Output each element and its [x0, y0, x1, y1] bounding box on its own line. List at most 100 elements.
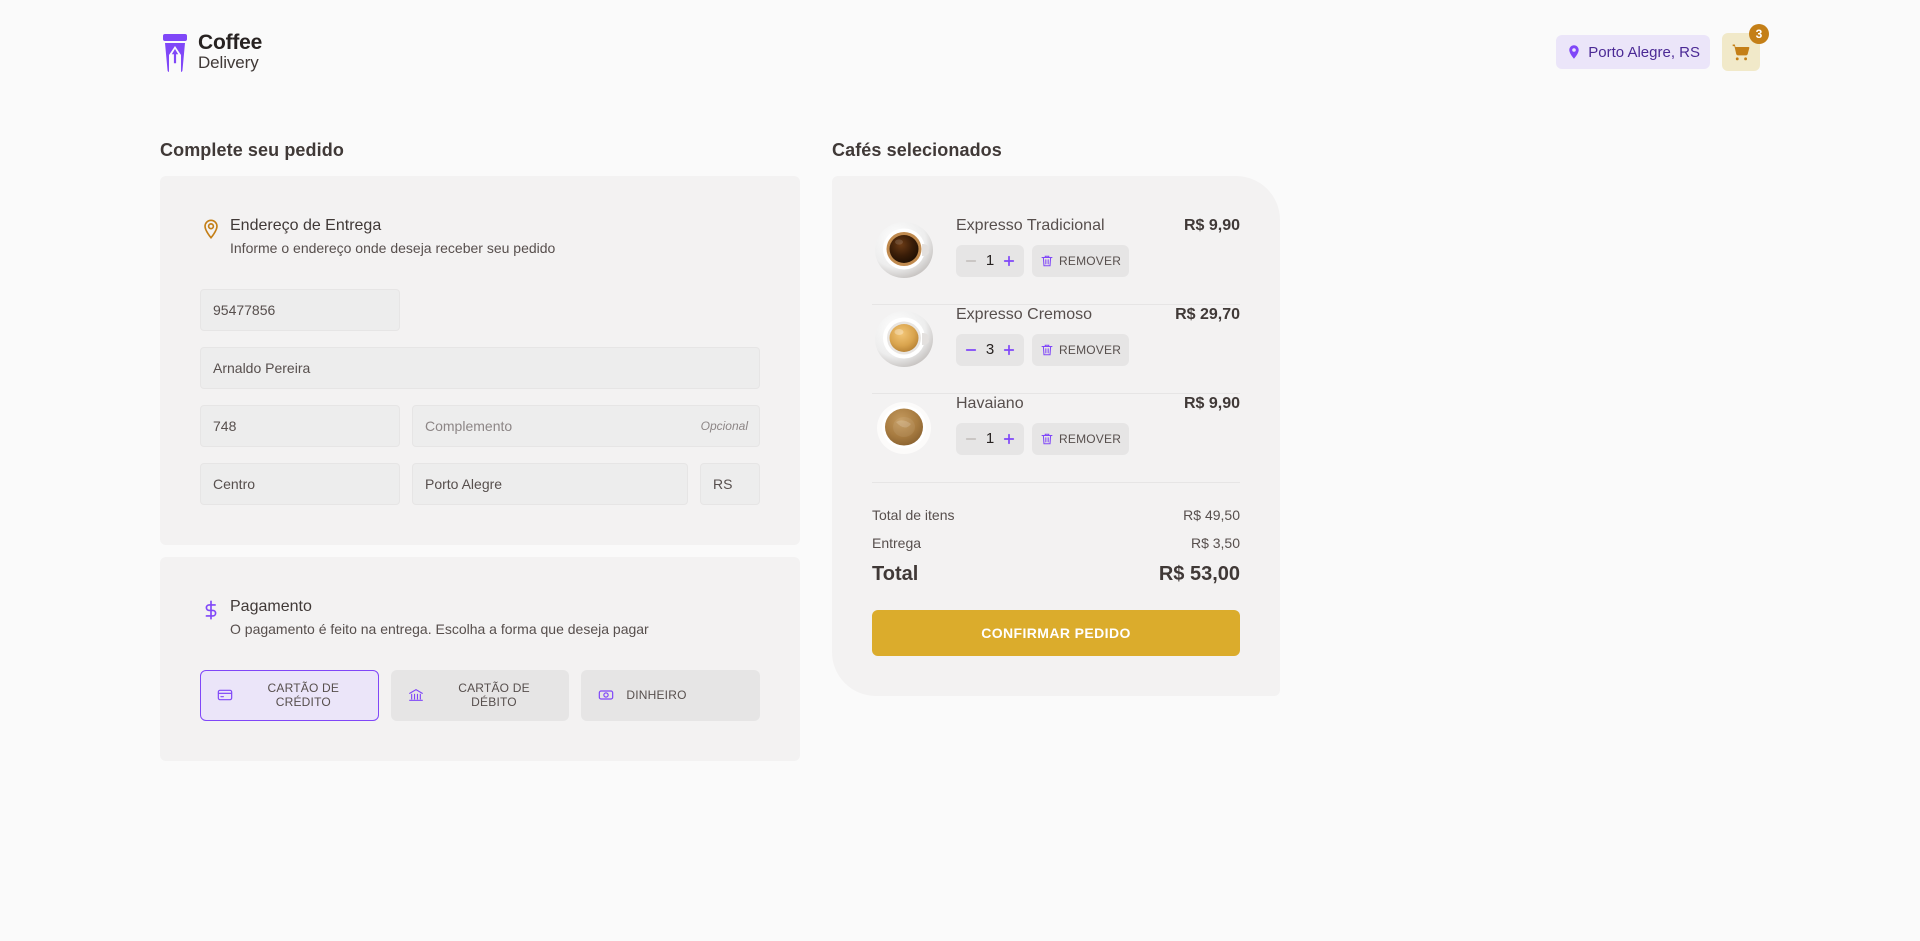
- quantity-increase-button[interactable]: [1002, 429, 1016, 449]
- cart-item-body: Havaiano R$ 9,90 1 REMOVER: [956, 394, 1240, 455]
- cart-item-name: Havaiano: [956, 395, 1024, 412]
- cart-section-title: Cafés selecionados: [832, 140, 1002, 160]
- minus-icon: [965, 344, 977, 356]
- coffee-havaiano-icon: [872, 394, 936, 458]
- payment-option-debit-card-label: Cartão de débito: [458, 681, 530, 710]
- confirm-order-button[interactable]: Confirmar pedido: [872, 610, 1240, 656]
- address-form: Opcional: [200, 288, 760, 505]
- cart-column: Cafés selecionados Expresso Tradicional …: [832, 140, 1280, 696]
- cart-item-name: Expresso Tradicional: [956, 217, 1105, 234]
- form-row-bairro-cidade-uf: [200, 462, 760, 505]
- cart-item: Expresso Cremoso R$ 29,70 3 REMOVER: [872, 305, 1240, 393]
- payment-card-header: Pagamento O pagamento é feito na entrega…: [200, 597, 760, 638]
- cart-item-price: R$ 29,70: [1175, 306, 1240, 323]
- payment-card: Pagamento O pagamento é feito na entrega…: [160, 556, 800, 761]
- quantity-stepper: 3: [956, 333, 1024, 366]
- dollar-sign-icon: [200, 599, 222, 626]
- grand-total-label: Total: [872, 563, 919, 585]
- checkout-page: Complete seu pedido Endereço de Entrega …: [0, 104, 1920, 761]
- state-input[interactable]: [700, 462, 760, 505]
- cart-item: Havaiano R$ 9,90 1 REMOVER: [872, 394, 1240, 482]
- minus-icon: [965, 433, 977, 445]
- trash-icon: [1040, 343, 1054, 357]
- payment-card-subtitle: O pagamento é feito na entrega. Escolha …: [230, 620, 649, 637]
- cart-button[interactable]: 3: [1722, 24, 1769, 71]
- form-row-cep: [200, 288, 760, 331]
- total-items-value: R$ 49,50: [1183, 507, 1240, 523]
- order-form-column: Complete seu pedido Endereço de Entrega …: [160, 140, 800, 761]
- app-header: Coffee Delivery Porto Alegre, RS 3: [0, 0, 1920, 104]
- cart-item: Expresso Tradicional R$ 9,90 1 REMOVER: [872, 216, 1240, 304]
- delivery-label: Entrega: [872, 535, 922, 551]
- money-icon: [598, 687, 614, 703]
- payment-option-credit-card-label: Cartão de crédito: [267, 681, 340, 710]
- grand-total-value: R$ 53,00: [1158, 563, 1240, 585]
- form-row-rua: [200, 346, 760, 389]
- address-card: Endereço de Entrega Informe o endereço o…: [160, 176, 800, 545]
- payment-option-cash-label: Dinheiro: [626, 688, 687, 703]
- cart-item-price: R$ 9,90: [1183, 395, 1240, 412]
- remove-item-button[interactable]: Remover: [1032, 422, 1130, 455]
- number-input[interactable]: [200, 404, 400, 447]
- street-input[interactable]: [200, 346, 760, 389]
- quantity-increase-button[interactable]: [1002, 340, 1016, 360]
- cep-input[interactable]: [200, 288, 400, 331]
- map-pin-icon: [1566, 44, 1582, 60]
- remove-item-label: Remover: [1059, 342, 1122, 357]
- quantity-value: 3: [985, 341, 995, 359]
- quantity-value: 1: [985, 252, 995, 270]
- address-card-subtitle: Informe o endereço onde deseja receber s…: [230, 239, 556, 256]
- total-row-delivery: Entrega R$ 3,50: [872, 535, 1240, 551]
- credit-card-icon: [217, 687, 233, 703]
- minus-icon: [965, 255, 977, 267]
- remove-item-button[interactable]: Remover: [1032, 333, 1130, 366]
- quantity-value: 1: [985, 430, 995, 448]
- remove-item-label: Remover: [1059, 431, 1122, 446]
- coffee-creamy-icon: [872, 305, 936, 369]
- cart-item-price: R$ 9,90: [1183, 217, 1240, 234]
- cart-divider: [872, 482, 1240, 483]
- shopping-cart-icon: [1731, 42, 1751, 62]
- trash-icon: [1040, 254, 1054, 268]
- brand-name-secondary: Delivery: [198, 53, 259, 73]
- header-actions: Porto Alegre, RS 3: [1556, 24, 1769, 71]
- coffee-cup-logo-icon: [160, 32, 190, 72]
- payment-option-debit-card[interactable]: Cartão de débito: [390, 669, 570, 721]
- payment-card-title: Pagamento: [230, 597, 312, 615]
- quantity-increase-button[interactable]: [1002, 251, 1016, 271]
- bank-icon: [408, 687, 424, 703]
- quantity-stepper: 1: [956, 244, 1024, 277]
- delivery-value: R$ 3,50: [1190, 535, 1240, 551]
- order-section-title: Complete seu pedido: [160, 140, 344, 160]
- neighborhood-input[interactable]: [200, 462, 400, 505]
- remove-item-button[interactable]: Remover: [1032, 244, 1130, 277]
- cart-item-name: Expresso Cremoso: [956, 306, 1093, 323]
- quantity-stepper: 1: [956, 422, 1024, 455]
- coffee-espresso-dark-icon: [872, 216, 936, 280]
- cart-item-body: Expresso Tradicional R$ 9,90 1 REMOVER: [956, 216, 1240, 277]
- map-pin-icon: [200, 218, 222, 245]
- order-totals: Total de itens R$ 49,50 Entrega R$ 3,50 …: [872, 507, 1240, 586]
- total-items-label: Total de itens: [872, 507, 955, 523]
- address-card-title: Endereço de Entrega: [230, 217, 382, 234]
- quantity-decrease-button[interactable]: [964, 340, 978, 360]
- address-card-header: Endereço de Entrega Informe o endereço o…: [200, 216, 760, 257]
- total-row-items: Total de itens R$ 49,50: [872, 507, 1240, 523]
- brand-logo[interactable]: Coffee Delivery: [160, 31, 262, 73]
- cart-panel: Expresso Tradicional R$ 9,90 1 REMOVER E…: [832, 176, 1280, 696]
- quantity-decrease-button[interactable]: [964, 251, 978, 271]
- plus-icon: [1003, 433, 1015, 445]
- location-selector[interactable]: Porto Alegre, RS: [1556, 35, 1710, 69]
- complement-input[interactable]: [412, 404, 760, 447]
- total-row-grand: Total R$ 53,00: [872, 563, 1240, 586]
- quantity-decrease-button[interactable]: [964, 429, 978, 449]
- cart-item-body: Expresso Cremoso R$ 29,70 3 REMOVER: [956, 305, 1240, 366]
- plus-icon: [1003, 255, 1015, 267]
- payment-options: Cartão de crédito Cartão de débit: [200, 669, 761, 721]
- payment-option-cash[interactable]: Dinheiro: [581, 669, 761, 721]
- complement-field-wrapper: Opcional: [412, 404, 760, 447]
- payment-option-credit-card[interactable]: Cartão de crédito: [200, 669, 379, 721]
- city-input[interactable]: [412, 462, 688, 505]
- form-row-numero-complemento: Opcional: [200, 404, 760, 447]
- remove-item-label: Remover: [1059, 253, 1122, 268]
